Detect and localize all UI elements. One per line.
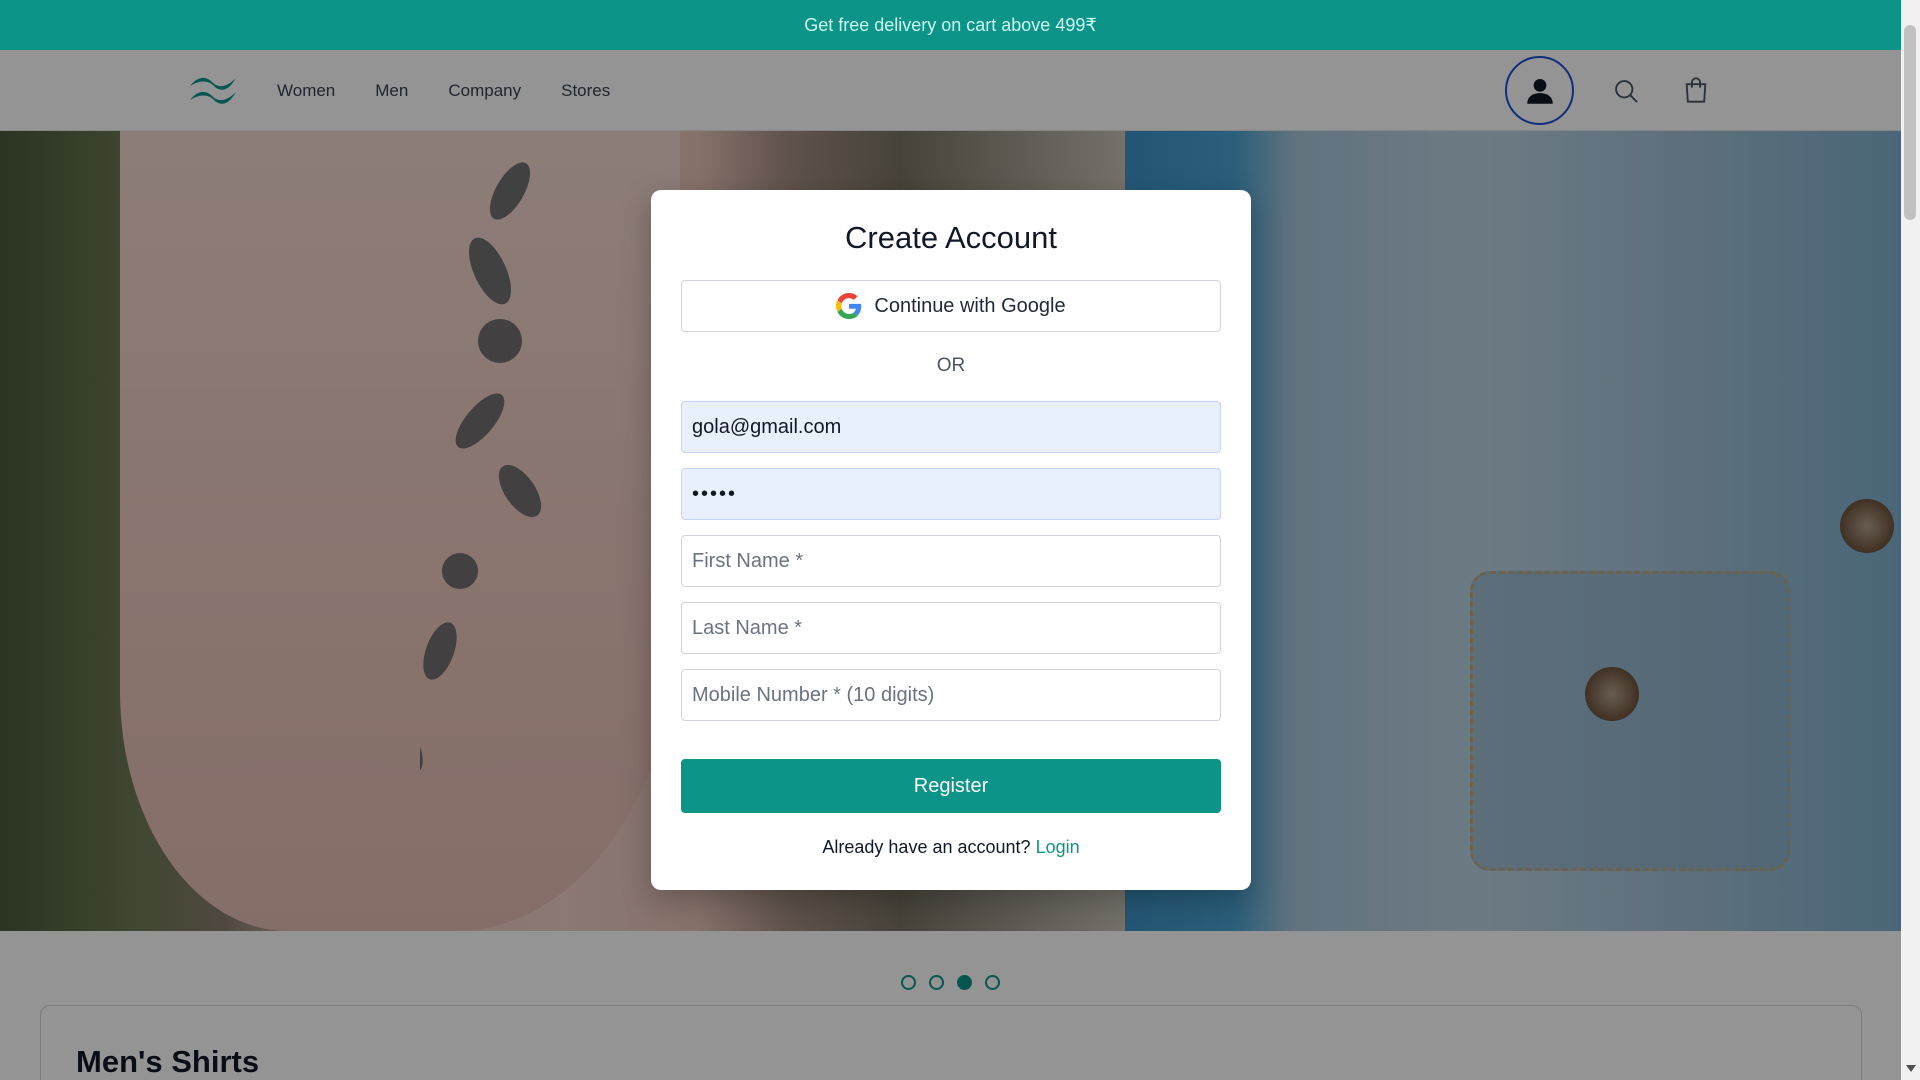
google-icon [836,293,862,319]
modal-title: Create Account [845,220,1057,255]
login-prompt-row: Already have an account? Login [651,837,1251,858]
scroll-down-arrow-icon[interactable] [1906,1065,1916,1072]
create-account-modal: Create Account Continue with Google OR R… [651,190,1251,890]
promo-text: Get free delivery on cart above 499₹ [804,14,1097,35]
password-field[interactable] [681,468,1221,520]
email-field[interactable] [681,401,1221,453]
mobile-number-field[interactable] [681,669,1221,721]
google-signin-button[interactable]: Continue with Google [681,280,1221,332]
google-button-label: Continue with Google [874,294,1066,317]
or-divider: OR [936,355,966,376]
scrollbar-thumb[interactable] [1904,25,1916,220]
promo-bar: Get free delivery on cart above 499₹ [0,0,1901,50]
login-prompt-text: Already have an account? [822,837,1031,857]
login-link[interactable]: Login [1036,837,1080,857]
first-name-field[interactable] [681,535,1221,587]
register-button[interactable]: Register [681,759,1221,813]
last-name-field[interactable] [681,602,1221,654]
